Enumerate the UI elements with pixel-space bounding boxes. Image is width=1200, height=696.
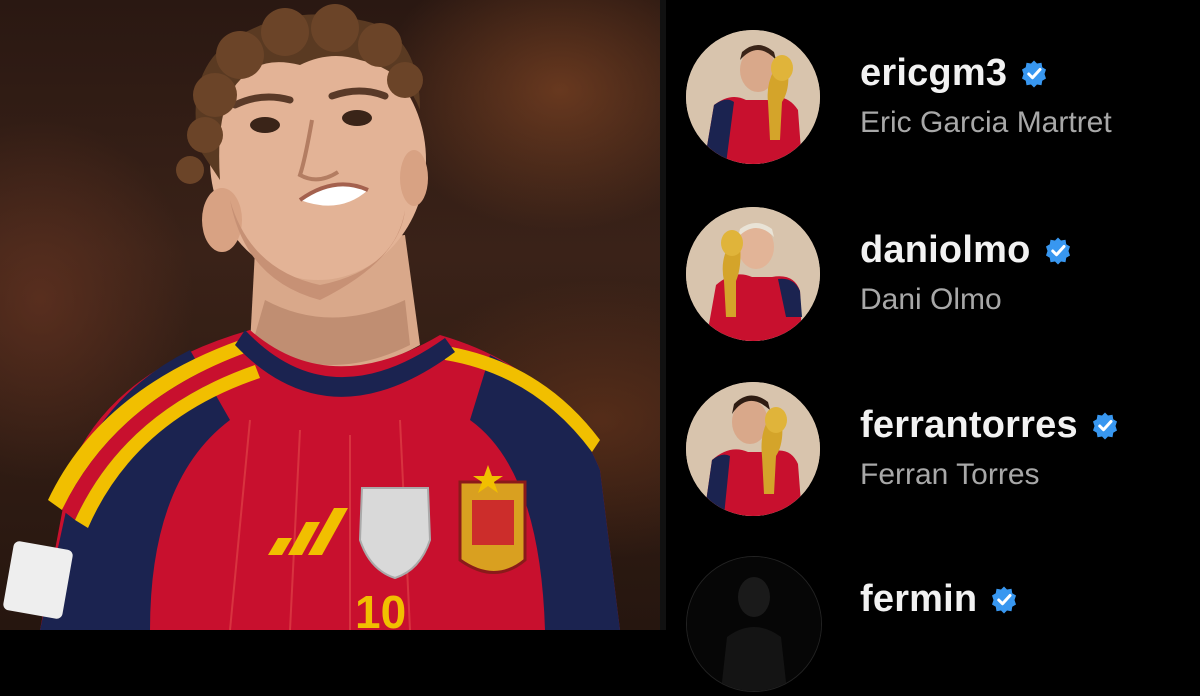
avatar[interactable] [686, 382, 820, 516]
svg-text:10: 10 [355, 586, 406, 630]
following-list: ericgm3 Eric Garcia Martret daniolmo Dan… [666, 0, 1200, 692]
avatar[interactable] [686, 30, 820, 164]
username[interactable]: ericgm3 [860, 52, 1007, 95]
list-item[interactable]: ericgm3 Eric Garcia Martret [666, 30, 1200, 170]
list-item[interactable]: daniolmo Dani Olmo [666, 207, 1200, 347]
verified-badge-icon [1092, 412, 1117, 439]
verified-badge-icon [1045, 237, 1070, 264]
full-name: Eric Garcia Martret [860, 106, 1112, 139]
verified-badge-icon [1022, 60, 1047, 87]
username[interactable]: daniolmo [860, 229, 1031, 272]
username[interactable]: ferrantorres [860, 404, 1078, 447]
avatar[interactable] [686, 207, 820, 341]
list-item[interactable]: ferrantorres Ferran Torres [666, 382, 1200, 522]
verified-badge-icon [992, 586, 1017, 613]
full-name: Ferran Torres [860, 458, 1040, 491]
avatar[interactable] [686, 556, 822, 692]
username[interactable]: fermin [860, 578, 977, 621]
player-photo: 10 [0, 0, 660, 630]
full-name: Dani Olmo [860, 283, 1002, 316]
list-item[interactable]: fermin [666, 556, 1200, 696]
